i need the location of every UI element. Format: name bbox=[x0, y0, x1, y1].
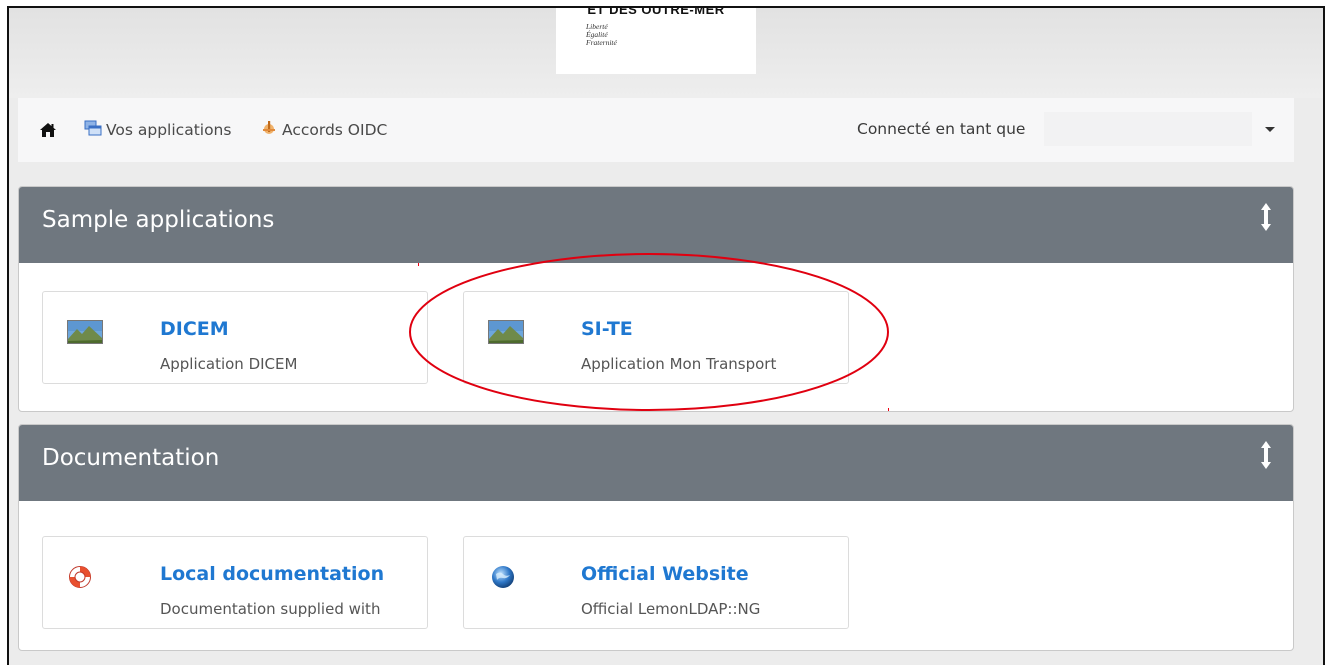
annotation-mark bbox=[418, 263, 419, 266]
panel-title: Sample applications bbox=[42, 207, 275, 233]
consent-icon bbox=[260, 120, 278, 140]
app-description: Official LemonLDAP::NG bbox=[581, 600, 761, 618]
panel-title: Documentation bbox=[42, 445, 220, 471]
panel-sample-applications: Sample applications DICEM Application DI… bbox=[18, 186, 1294, 412]
app-title[interactable]: Official Website bbox=[581, 563, 749, 585]
landscape-image-icon bbox=[488, 320, 524, 348]
app-title[interactable]: Local documentation bbox=[160, 563, 384, 585]
expand-collapse-icon[interactable] bbox=[1259, 440, 1273, 470]
top-navbar: Vos applications Accords OIDC Connecté e… bbox=[18, 98, 1294, 162]
globe-icon bbox=[491, 565, 515, 593]
government-logo: ET DES OUTRE-MER Liberté Égalité Fratern… bbox=[556, 8, 756, 74]
browser-viewport: ET DES OUTRE-MER Liberté Égalité Fratern… bbox=[7, 6, 1325, 665]
nav-vos-applications[interactable]: Vos applications bbox=[84, 120, 231, 140]
user-name-field[interactable] bbox=[1044, 112, 1252, 146]
panel-header: Sample applications bbox=[19, 187, 1293, 263]
app-description: Application Mon Transport bbox=[581, 355, 777, 373]
app-card-official-website[interactable]: Official Website Official LemonLDAP::NG bbox=[463, 536, 849, 629]
connected-as-label: Connecté en tant que bbox=[857, 120, 1026, 138]
motto-line: Fraternité bbox=[586, 38, 617, 47]
chevron-down-icon[interactable] bbox=[1265, 127, 1275, 132]
nav-oidc-label: Accords OIDC bbox=[282, 121, 388, 139]
expand-collapse-icon[interactable] bbox=[1259, 202, 1273, 232]
panel-header: Documentation bbox=[19, 425, 1293, 501]
nav-apps-label: Vos applications bbox=[106, 121, 232, 139]
logo-title: ET DES OUTRE-MER bbox=[587, 6, 725, 17]
app-description: Application DICEM bbox=[160, 355, 298, 373]
app-card-dicem[interactable]: DICEM Application DICEM bbox=[42, 291, 428, 384]
nav-accords-oidc[interactable]: Accords OIDC bbox=[260, 120, 387, 140]
annotation-mark bbox=[888, 408, 889, 411]
lifebuoy-icon bbox=[68, 565, 92, 593]
home-icon[interactable] bbox=[40, 122, 56, 137]
app-description: Documentation supplied with bbox=[160, 600, 381, 618]
app-card-local-documentation[interactable]: Local documentation Documentation suppli… bbox=[42, 536, 428, 629]
landscape-image-icon bbox=[67, 320, 103, 348]
logo-motto: Liberté Égalité Fraternité bbox=[586, 23, 617, 47]
app-title[interactable]: DICEM bbox=[160, 318, 229, 340]
panel-documentation: Documentation Local documentation Docume… bbox=[18, 424, 1294, 651]
app-card-si-te[interactable]: SI-TE Application Mon Transport bbox=[463, 291, 849, 384]
app-title[interactable]: SI-TE bbox=[581, 318, 633, 340]
windows-stack-icon bbox=[84, 120, 102, 140]
